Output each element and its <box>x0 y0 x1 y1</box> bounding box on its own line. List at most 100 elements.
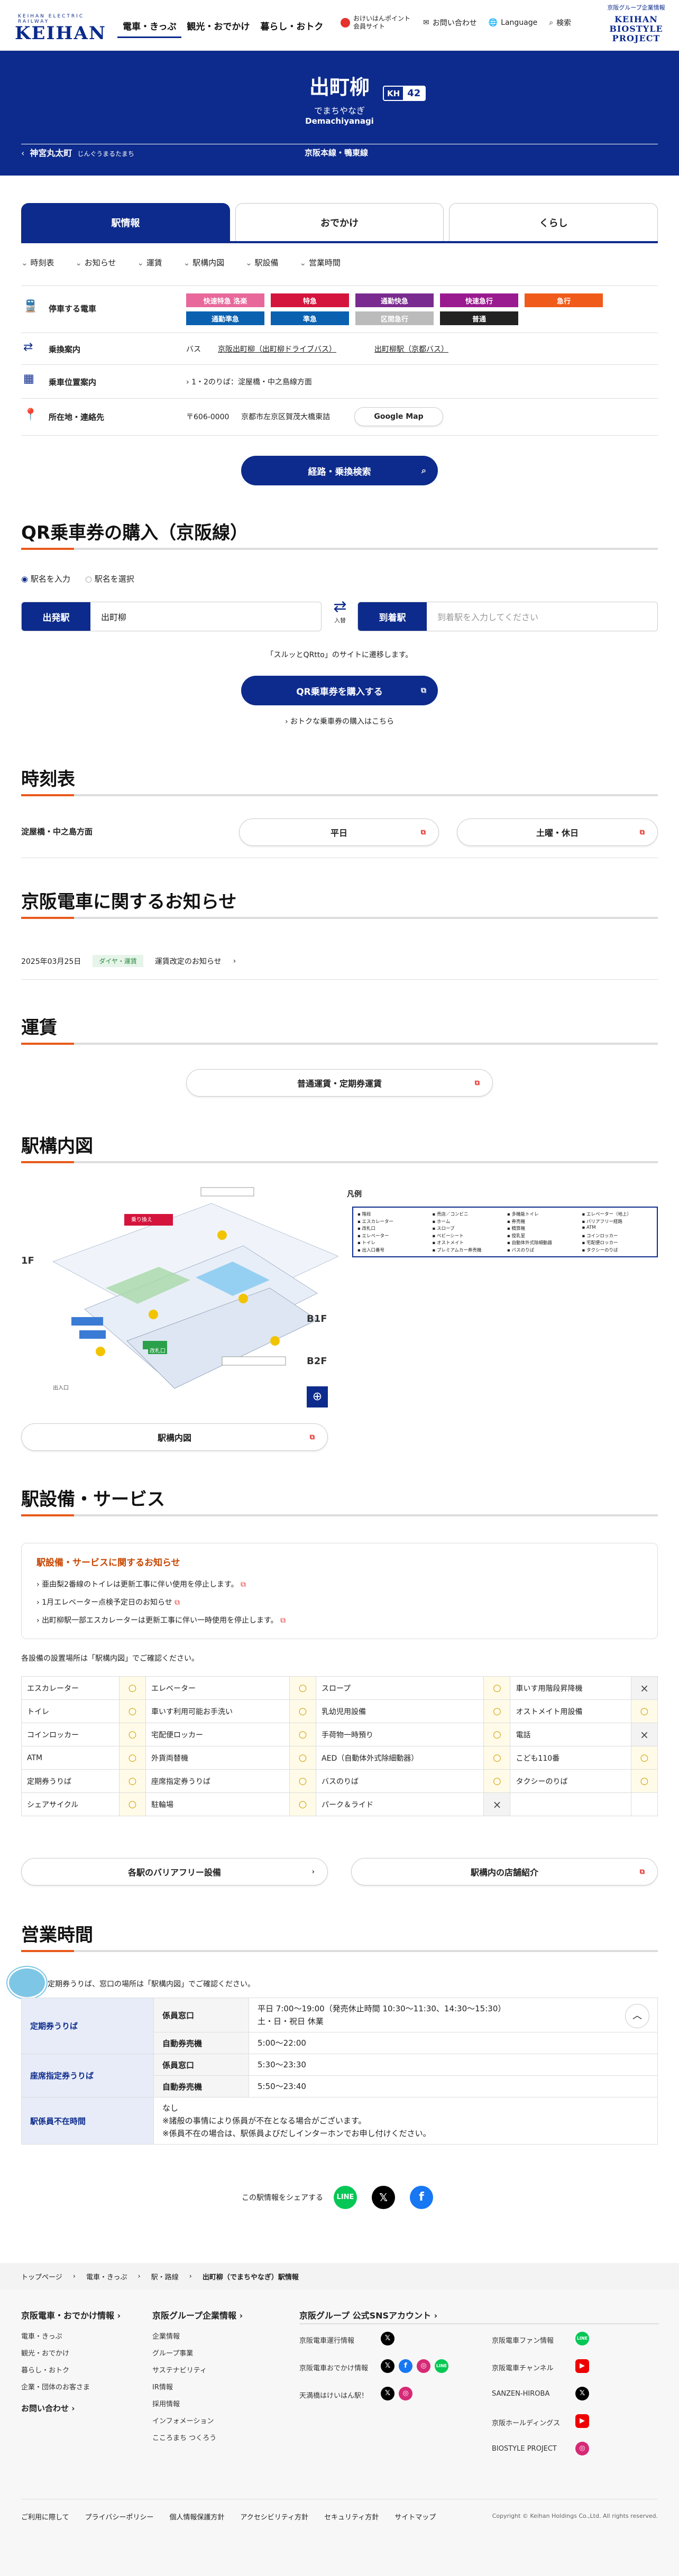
footer-link-information[interactable]: インフォメーション <box>152 2415 214 2425</box>
footer-privacy[interactable]: プライバシーポリシー <box>85 2511 154 2522</box>
footer-col2-title[interactable]: 京阪グループ企業情報 › <box>152 2308 243 2321</box>
footer-link-sustainability[interactable]: サステナビリティ <box>152 2365 207 2375</box>
tab-outing[interactable]: おでかけ <box>235 203 444 241</box>
crumb-trains[interactable]: 電車・きっぷ <box>86 2271 127 2281</box>
facebook-share-icon[interactable]: f <box>410 2186 433 2209</box>
sns-sanzen[interactable]: SANZEN-HIROBA <box>492 2390 549 2398</box>
google-map-button[interactable]: Google Map <box>354 407 443 426</box>
instagram-icon[interactable]: ◎ <box>417 2359 430 2373</box>
x-icon[interactable]: 𝕏 <box>381 2387 394 2400</box>
facility-notice-item-1[interactable]: › 亜由梨2番線のトイレは更新工事に伴い使用を停止します。 ⧉ <box>36 1576 643 1594</box>
fare-button[interactable]: 普通運賃・定期券運賃 ⧉ <box>186 1069 493 1097</box>
x-icon[interactable]: 𝕏 <box>381 2332 394 2345</box>
transfer-link-2[interactable]: 出町柳駅（京都バス） <box>374 344 448 354</box>
sns-tenmabashi[interactable]: 天満橋はけいはん駅！ <box>299 2390 368 2400</box>
nav-living[interactable]: 暮らし・おトク <box>255 19 328 38</box>
contact-link[interactable]: ✉ お問い合わせ <box>423 17 477 28</box>
station-map[interactable]: 1F B1F B2F 出入口 改札口 乗り換え ⊕ <box>21 1182 340 1409</box>
anchor-facility[interactable]: 駅設備 <box>245 257 278 268</box>
footer-link-trains[interactable]: 電車・きっぷ <box>21 2331 62 2341</box>
footer-link-kokoromachi[interactable]: こころまち つくろう <box>152 2432 216 2442</box>
line-icon[interactable]: LINE <box>435 2359 448 2373</box>
instagram-icon[interactable]: ◎ <box>575 2442 589 2455</box>
anchor-notice[interactable]: お知らせ <box>75 257 116 268</box>
instagram-icon[interactable]: ◎ <box>399 2387 412 2400</box>
zoom-icon[interactable]: ⊕ <box>307 1386 328 1407</box>
x-share-icon[interactable]: 𝕏 <box>372 2186 395 2209</box>
to-placeholder[interactable]: 到着駅を入力してください <box>427 602 657 631</box>
footer-link-living[interactable]: 暮らし・おトク <box>21 2365 69 2375</box>
footer-security[interactable]: セキュリティ方針 <box>324 2511 379 2522</box>
car-link[interactable]: › 1・2のりば：淀屋橋・中之島線方面 <box>186 376 312 387</box>
footer-contact-link[interactable]: お問い合わせ › <box>21 2403 75 2414</box>
nav-sightseeing[interactable]: 観光・おでかけ <box>181 19 255 38</box>
footer-link-company[interactable]: 企業情報 <box>152 2331 180 2341</box>
footer-sns-title[interactable]: 京阪グループ 公式SNSアカウント › <box>299 2308 437 2321</box>
facility-notice-title: 駅設備・サービスに関するお知らせ <box>36 1558 180 1568</box>
sns-biostyle[interactable]: BIOSTYLE PROJECT <box>492 2445 557 2453</box>
line-code: KH <box>387 89 400 98</box>
footer-link-outing[interactable]: 観光・おでかけ <box>21 2348 69 2358</box>
footer-terms[interactable]: ご利用に際して <box>21 2511 69 2522</box>
x-icon[interactable]: 𝕏 <box>575 2387 589 2400</box>
notice-item[interactable]: 2025年03月25日 ダイヤ・運賃 運賃改定のお知らせ › <box>21 955 236 967</box>
contact-label: お問い合わせ <box>432 19 477 27</box>
timetable-weekday-button[interactable]: 平日 ⧉ <box>239 818 439 846</box>
tab-station-info[interactable]: 駅情報 <box>21 203 230 241</box>
anchor-timetable[interactable]: 時刻表 <box>21 257 54 268</box>
radio-select-name[interactable]: ○ 駅名を選択 <box>85 573 134 584</box>
footer-accessibility[interactable]: アクセシビリティ方針 <box>240 2511 308 2522</box>
footer-link-corporate[interactable]: 企業・団体のお客さま <box>21 2381 90 2391</box>
group-link[interactable]: 京阪グループ企業情報 <box>599 3 674 12</box>
hours-heading: 駅係員不在時間 <box>21 2097 154 2145</box>
transfer-link-1[interactable]: 京阪出町柳（出町柳ドライブバス） <box>218 344 336 354</box>
sns-channel[interactable]: 京阪電車チャンネル <box>492 2362 554 2372</box>
search-link[interactable]: ⌕ 検索 <box>549 17 571 28</box>
keihan-logo[interactable]: KEIHAN ELECTRIC RAILWAY KEIHAN <box>15 14 105 42</box>
biostyle-banner[interactable]: 京阪グループ企業情報 KEIHAN BIOSTYLE PROJECT <box>599 3 674 49</box>
discount-ticket-link[interactable]: › おトクな乗車券の購入はこちら <box>0 716 679 726</box>
facility-name: トイレ <box>21 1699 120 1723</box>
from-value[interactable]: 出町柳 <box>90 602 321 631</box>
facility-notice-item-2[interactable]: › 1月エレベーター点検予定日のお知らせ ⧉ <box>36 1594 643 1612</box>
youtube-icon[interactable]: ▶ <box>575 2414 589 2428</box>
facility-notice-item-3[interactable]: › 出町柳駅一部エスカレーターは更新工事に伴い一時使用を停止します。 ⧉ <box>36 1612 643 1630</box>
point-site-link[interactable]: おけいはんポイント会員サイト <box>341 15 411 31</box>
barrier-free-button[interactable]: 各駅のバリアフリー設備 › <box>21 1858 328 1885</box>
nav-trains[interactable]: 電車・きっぷ <box>117 19 182 38</box>
sns-outing[interactable]: 京阪電車おでかけ情報 <box>299 2362 368 2372</box>
footer-link-recruit[interactable]: 採用情報 <box>152 2398 180 2408</box>
qr-buy-button[interactable]: QR乗車券を購入する ⧉ <box>241 676 438 705</box>
facebook-icon[interactable]: f <box>399 2359 412 2373</box>
footer-sitemap[interactable]: サイトマップ <box>394 2511 436 2522</box>
sns-operation[interactable]: 京阪電車運行情報 <box>299 2335 354 2345</box>
footer-col1-title[interactable]: 京阪電車・おでかけ情報 › <box>21 2308 121 2321</box>
anchor-map[interactable]: 駅構内図 <box>183 257 224 268</box>
footer-link-ir[interactable]: IR情報 <box>152 2381 173 2391</box>
footer-personal-info[interactable]: 個人情報保護方針 <box>169 2511 224 2522</box>
tab-living[interactable]: くらし <box>449 203 658 241</box>
map-button[interactable]: 駅構内図 ⧉ <box>21 1423 328 1451</box>
radio-input-name[interactable]: ◉ 駅名を入力 <box>21 573 70 584</box>
shops-button[interactable]: 駅構内の店舗紹介 ⧉ <box>351 1858 658 1885</box>
language-link[interactable]: 🌐 Language <box>489 19 538 27</box>
to-station-field[interactable]: 到着駅 到着駅を入力してください <box>357 602 658 631</box>
swap-button[interactable]: ⇄ 入替 <box>328 597 352 624</box>
crumb-stations[interactable]: 駅・路線 <box>151 2271 179 2281</box>
sns-holdings[interactable]: 京阪ホールディングス <box>492 2417 560 2427</box>
line-share-icon[interactable]: LINE <box>334 2186 357 2209</box>
footer-link-group[interactable]: グループ事業 <box>152 2348 193 2358</box>
youtube-icon[interactable]: ▶ <box>575 2359 589 2373</box>
from-station-field[interactable]: 出発駅 出町柳 <box>21 602 322 631</box>
route-search-button[interactable]: 経路・乗換検索 ⌕ <box>241 456 438 485</box>
line-icon[interactable]: LINE <box>575 2332 589 2345</box>
timetable-holiday-button[interactable]: 土曜・休日 ⧉ <box>457 818 658 846</box>
anchor-hours[interactable]: 営業時間 <box>299 257 341 268</box>
page-top-button[interactable]: ︿ <box>625 2004 649 2028</box>
anchor-fare[interactable]: 運賃 <box>137 257 162 268</box>
prev-station-link[interactable]: ‹ 神宮丸太町 じんぐうまるたまち <box>21 146 134 159</box>
x-icon[interactable]: 𝕏 <box>381 2359 394 2373</box>
facility-notice-text-3: 出町柳駅一部エスカレーターは更新工事に伴い一時使用を停止します。 <box>42 1616 278 1625</box>
crumb-top[interactable]: トップページ <box>21 2271 62 2281</box>
sns-fan[interactable]: 京阪電車ファン情報 <box>492 2335 554 2345</box>
